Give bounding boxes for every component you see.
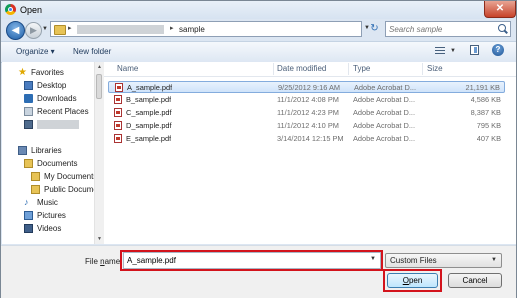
file-type-select[interactable]: Custom Files ▼: [385, 253, 502, 268]
downloads-icon: [24, 94, 33, 103]
pdf-icon: [114, 95, 122, 104]
desktop-icon: [24, 81, 33, 90]
navigation-pane: ★ Favorites Desktop Downloads Recent Pla…: [2, 62, 98, 244]
address-bar[interactable]: ▸ ▸ sample: [50, 21, 362, 37]
navigation-scrollbar[interactable]: ▲ ▼: [94, 62, 104, 244]
recent-places-icon: [24, 107, 33, 116]
highlight-box-filename: [120, 250, 383, 271]
pictures-icon: [24, 211, 33, 220]
open-dialog: Open ✕ ◀ ▶ ▼ ▸ ▸ sample ▼ ↻ Organize ▾ N…: [0, 0, 517, 298]
column-divider[interactable]: [422, 63, 423, 75]
column-divider[interactable]: [273, 63, 274, 75]
pdf-icon: [114, 134, 122, 143]
scroll-up-icon[interactable]: ▲: [97, 64, 102, 70]
file-row-selected[interactable]: A_sample.pdf 9/25/2012 9:16 AM Adobe Acr…: [108, 81, 505, 93]
file-row[interactable]: C_sample.pdf 11/1/2012 4:23 PM Adobe Acr…: [108, 107, 505, 119]
forward-button[interactable]: ▶: [25, 22, 42, 39]
column-divider[interactable]: [348, 63, 349, 75]
file-row[interactable]: D_sample.pdf 11/1/2012 4:10 PM Adobe Acr…: [108, 120, 505, 132]
help-button[interactable]: ?: [492, 44, 504, 56]
folder-icon: [31, 172, 40, 181]
title-bar: Open ✕: [1, 1, 516, 19]
file-row[interactable]: E_sample.pdf 3/14/2014 12:15 PM Adobe Ac…: [108, 133, 505, 145]
folder-icon: [54, 25, 66, 35]
dialog-title: Open: [20, 5, 43, 15]
breadcrumb-separator[interactable]: ▸: [170, 24, 174, 32]
highlight-box-open: [383, 269, 442, 292]
music-icon: ♪: [24, 197, 29, 207]
star-icon: ★: [18, 67, 27, 78]
pdf-icon: [114, 108, 122, 117]
file-list: Name Date modified Type Size A_sample.pd…: [104, 62, 516, 244]
organize-button[interactable]: Organize ▾: [16, 47, 55, 56]
close-button[interactable]: ✕: [484, 1, 516, 18]
preview-pane-icon[interactable]: [470, 45, 479, 55]
navigation-bar: ◀ ▶ ▼ ▸ ▸ sample ▼ ↻: [1, 19, 516, 41]
pdf-icon: [114, 121, 122, 130]
chrome-icon: [5, 4, 16, 15]
breadcrumb-current[interactable]: sample: [179, 25, 205, 34]
breadcrumb-redacted[interactable]: [77, 25, 164, 34]
new-folder-button[interactable]: New folder: [73, 47, 111, 56]
computer-icon: [24, 120, 33, 129]
breadcrumb-separator[interactable]: ▸: [68, 24, 72, 32]
dialog-footer: File name: ▼ Custom Files ▼ Open Cancel: [1, 245, 516, 298]
back-button[interactable]: ◀: [6, 21, 25, 40]
header-divider: [104, 76, 516, 77]
search-box[interactable]: [385, 21, 511, 37]
refresh-button[interactable]: ↻: [368, 21, 381, 37]
search-input[interactable]: [389, 23, 489, 35]
libraries-icon: [18, 146, 27, 155]
cancel-button[interactable]: Cancel: [448, 273, 502, 288]
videos-icon: [24, 224, 33, 233]
view-dropdown-icon[interactable]: ▼: [450, 48, 456, 54]
recent-locations-dropdown[interactable]: ▼: [42, 26, 48, 32]
documents-icon: [24, 159, 33, 168]
search-icon[interactable]: [498, 24, 506, 32]
pdf-icon: [115, 83, 123, 92]
folder-icon: [31, 185, 40, 194]
file-name-label: File name:: [85, 257, 123, 266]
chevron-down-icon: ▼: [491, 257, 497, 263]
command-bar: Organize ▾ New folder ▼ ?: [1, 41, 516, 63]
scroll-thumb[interactable]: [96, 74, 102, 99]
redacted-label: [37, 120, 79, 129]
scroll-down-icon[interactable]: ▼: [97, 236, 102, 242]
file-row[interactable]: B_sample.pdf 11/1/2012 4:08 PM Adobe Acr…: [108, 94, 505, 106]
view-options-icon[interactable]: [435, 45, 445, 55]
